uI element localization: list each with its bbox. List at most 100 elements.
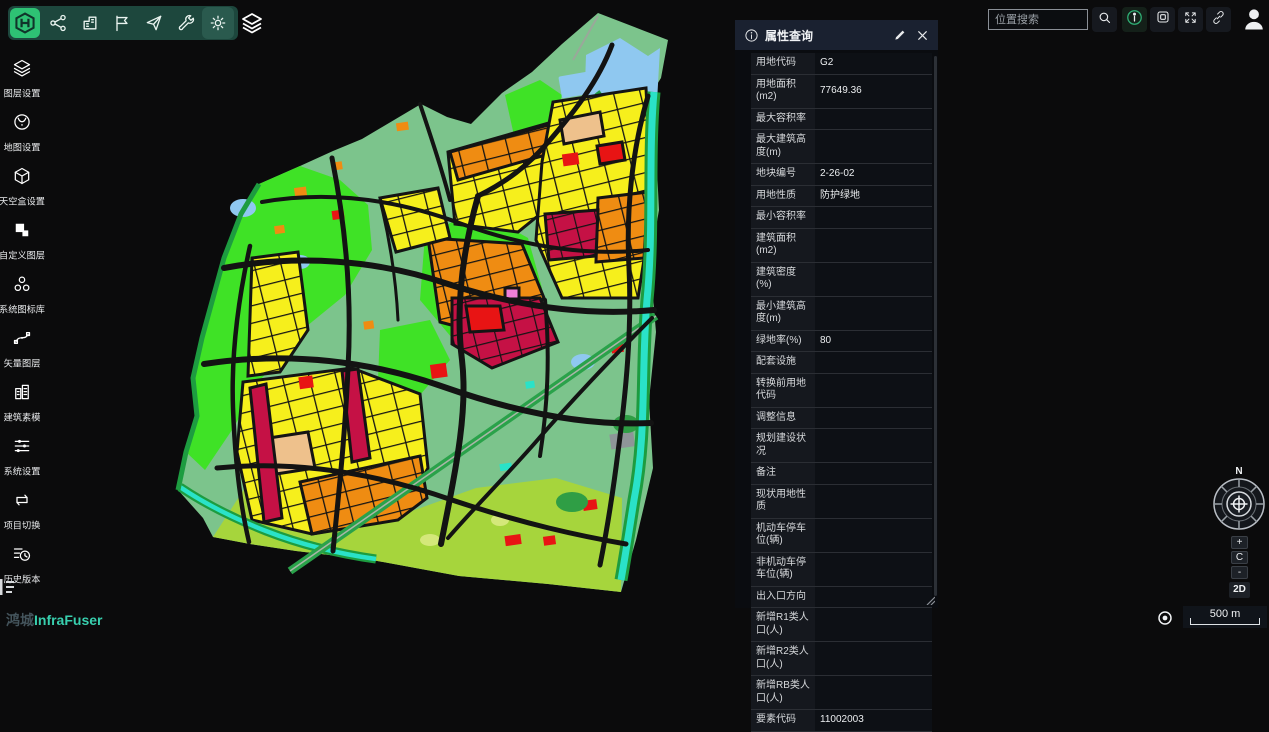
- table-row[interactable]: 建筑面积(m2): [751, 229, 932, 263]
- layers-quick-button[interactable]: [236, 7, 268, 39]
- row-value: [815, 408, 932, 429]
- close-icon[interactable]: [914, 27, 930, 43]
- table-row[interactable]: 最小容积率: [751, 207, 932, 229]
- table-row[interactable]: 新增R1类人口(人): [751, 608, 932, 642]
- layers-icon: [12, 58, 32, 83]
- row-value: [815, 263, 932, 296]
- app-brand: 鸿城InfraFuser: [6, 610, 102, 630]
- table-row[interactable]: 新增RB类人口(人): [751, 676, 932, 710]
- row-label: 配套设施: [751, 352, 815, 373]
- sidebar-item-vector-layer[interactable]: 矢量图层: [0, 326, 44, 372]
- sidebar-item-label: 天空盒设置: [0, 194, 45, 208]
- attribute-table: 用地代码G2用地面积(m2)77649.36最大容积率最大建筑高度(m)地块编号…: [751, 53, 932, 732]
- table-row[interactable]: 非机动车停车位(辆): [751, 553, 932, 587]
- sidebar-item-label: 系统图标库: [0, 302, 45, 316]
- zoom-out-button[interactable]: -: [1231, 566, 1248, 579]
- sidebar-item-system-settings[interactable]: 系统设置: [0, 434, 44, 480]
- table-row[interactable]: 新增R2类人口(人): [751, 642, 932, 676]
- row-value: 防护绿地: [815, 186, 932, 207]
- row-label: 规划建设状况: [751, 429, 815, 462]
- row-label: 新增RB类人口(人): [751, 676, 815, 709]
- table-row[interactable]: 最小建筑高度(m): [751, 297, 932, 331]
- send-button[interactable]: [138, 7, 170, 39]
- brand-cn: 鸿城: [6, 612, 34, 628]
- location-search-input[interactable]: [988, 9, 1088, 30]
- table-row[interactable]: 地块编号2-26-02: [751, 164, 932, 186]
- sidebar-item-label: 建筑素模: [4, 410, 41, 424]
- globe-icon: [12, 112, 32, 137]
- table-row[interactable]: 转换前用地代码: [751, 374, 932, 408]
- legend-toggle-button[interactable]: [0, 578, 16, 596]
- row-label: 新增R2类人口(人): [751, 642, 815, 675]
- basemap-icon: [1155, 9, 1171, 30]
- resize-grip-icon[interactable]: [925, 595, 935, 605]
- sidebar-item-layer-settings[interactable]: 图层设置: [0, 56, 44, 102]
- mode-2d-button[interactable]: 2D: [1229, 582, 1250, 598]
- brand-en: InfraFuser: [34, 612, 102, 628]
- row-value: [815, 463, 932, 484]
- row-value: [815, 207, 932, 228]
- table-row[interactable]: 用地代码G2: [751, 53, 932, 75]
- landuse-map[interactable]: [0, 0, 1269, 631]
- row-label: 用地面积(m2): [751, 75, 815, 108]
- panel-scrollbar[interactable]: [934, 56, 937, 596]
- zoom-in-button[interactable]: +: [1231, 536, 1248, 549]
- info-toggle-button[interactable]: [1122, 7, 1147, 32]
- project-switch-icon: [12, 490, 32, 515]
- sidebar-item-label: 项目切换: [4, 518, 41, 532]
- sidebar-item-project-switch[interactable]: 项目切换: [0, 488, 44, 534]
- scale-bar: 500 m: [1183, 606, 1267, 628]
- sidebar-item-custom-layer[interactable]: 自定义图层: [0, 218, 44, 264]
- row-value: 77649.36: [815, 75, 932, 108]
- planning-measure-button[interactable]: [74, 7, 106, 39]
- app-logo[interactable]: [10, 8, 40, 38]
- table-row[interactable]: 用地面积(m2)77649.36: [751, 75, 932, 109]
- link-icon: [1211, 10, 1226, 30]
- fullscreen-button[interactable]: [1178, 7, 1203, 32]
- locate-target-icon[interactable]: [1156, 609, 1174, 627]
- row-label: 现状用地性质: [751, 485, 815, 518]
- table-row[interactable]: 绿地率(%)80: [751, 331, 932, 353]
- table-row[interactable]: 机动车停车位(辆): [751, 519, 932, 553]
- table-row[interactable]: 用地性质防护绿地: [751, 186, 932, 208]
- basemap-button[interactable]: [1150, 7, 1175, 32]
- share-button[interactable]: [42, 7, 74, 39]
- attribute-panel-header[interactable]: 属性查询: [735, 20, 938, 50]
- table-row[interactable]: 最大建筑高度(m): [751, 130, 932, 164]
- history-icon: [12, 544, 32, 569]
- settings-button[interactable]: [202, 7, 234, 39]
- wrench-button[interactable]: [170, 7, 202, 39]
- row-label: 最大容积率: [751, 109, 815, 130]
- row-label: 建筑面积(m2): [751, 229, 815, 262]
- table-row[interactable]: 配套设施: [751, 352, 932, 374]
- table-row[interactable]: 备注: [751, 463, 932, 485]
- sidebar-item-map-settings[interactable]: 地图设置: [0, 110, 44, 156]
- vector-layer-icon: [12, 328, 32, 353]
- flag-button[interactable]: [106, 7, 138, 39]
- search-submit-button[interactable]: [1092, 7, 1117, 32]
- edit-pencil-icon[interactable]: [892, 27, 908, 43]
- table-row[interactable]: 现状用地性质: [751, 485, 932, 519]
- reset-view-button[interactable]: C: [1231, 551, 1248, 564]
- row-label: 用地代码: [751, 53, 815, 74]
- user-avatar[interactable]: [1240, 5, 1268, 33]
- row-value: [815, 519, 932, 552]
- sidebar-item-building-models[interactable]: 建筑素模: [0, 380, 44, 426]
- row-value: [815, 642, 932, 675]
- row-value: [815, 297, 932, 330]
- row-value: [815, 608, 932, 641]
- skybox-icon: [12, 166, 32, 191]
- sidebar-item-icon-library[interactable]: 系统图标库: [0, 272, 44, 318]
- icon-library-icon: [12, 274, 32, 299]
- row-label: 机动车停车位(辆): [751, 519, 815, 552]
- table-row[interactable]: 要素代码11002003: [751, 710, 932, 732]
- table-row[interactable]: 建筑密度(%): [751, 263, 932, 297]
- share-link-button[interactable]: [1206, 7, 1231, 32]
- sidebar-item-skybox-settings[interactable]: 天空盒设置: [0, 164, 44, 210]
- compass-dial[interactable]: [1212, 477, 1266, 531]
- table-row[interactable]: 最大容积率: [751, 109, 932, 131]
- table-row[interactable]: 出入口方向: [751, 587, 932, 609]
- row-label: 地块编号: [751, 164, 815, 185]
- table-row[interactable]: 调整信息: [751, 408, 932, 430]
- table-row[interactable]: 规划建设状况: [751, 429, 932, 463]
